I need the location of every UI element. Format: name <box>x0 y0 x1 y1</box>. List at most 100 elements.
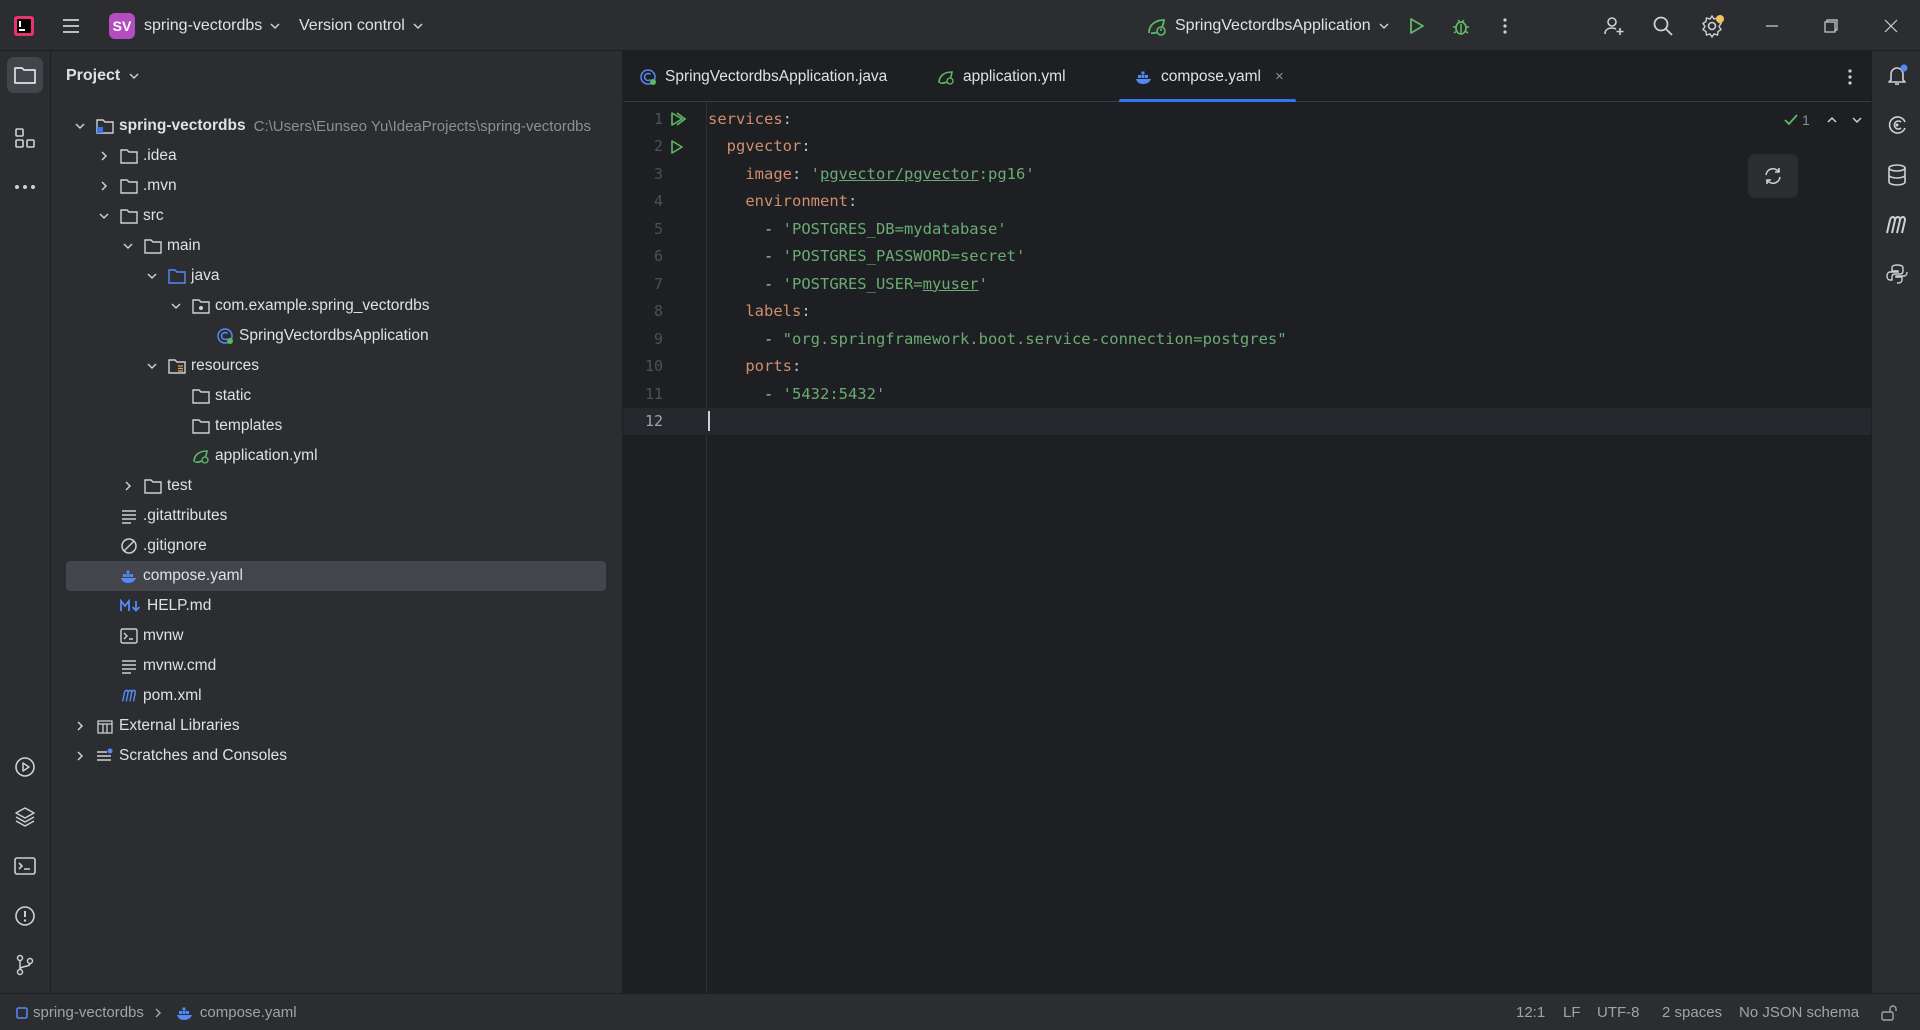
code-line[interactable]: 5 - 'POSTGRES_DB=mydatabase' <box>623 215 1871 243</box>
close-window-button[interactable] <box>1883 0 1899 51</box>
database-button[interactable] <box>1879 157 1915 193</box>
main-menu-icon[interactable] <box>60 0 82 51</box>
read-only-toggle[interactable] <box>1880 994 1898 1030</box>
chevron-down-icon[interactable] <box>144 268 160 284</box>
tree-item-gitattributes[interactable]: .gitattributes <box>66 501 606 531</box>
tree-item-resources[interactable]: resources <box>66 351 606 381</box>
git-tool-button[interactable] <box>7 947 43 983</box>
file-encoding[interactable]: UTF-8 <box>1597 994 1640 1030</box>
tree-item-package[interactable]: com.example.spring_vectordbs <box>66 291 606 321</box>
run-button[interactable] <box>1405 0 1427 51</box>
tree-item-main[interactable]: main <box>66 231 606 261</box>
tree-item-static[interactable]: static <box>66 381 606 411</box>
line-number[interactable]: 6 <box>623 247 663 265</box>
code-editor[interactable]: 1 services: 2 pgvector: 3 image: 'pgvector/… <box>623 102 1871 993</box>
more-tools-button[interactable] <box>7 169 43 205</box>
code-line[interactable]: 9 - "org.springframework.boot.service-co… <box>623 325 1871 353</box>
run-all-services-icon[interactable] <box>668 110 688 128</box>
layers-tool-button[interactable] <box>7 799 43 835</box>
services-tool-button[interactable] <box>7 749 43 785</box>
tab-options-button[interactable] <box>1840 51 1860 102</box>
tab-spring-vectordbs-application-java[interactable]: SpringVectordbsApplication.java <box>639 51 887 102</box>
line-number[interactable]: 4 <box>623 192 663 210</box>
line-number[interactable]: 11 <box>623 385 663 403</box>
close-tab-icon[interactable]: × <box>1275 68 1284 85</box>
line-number[interactable]: 8 <box>623 302 663 320</box>
chevron-right-icon[interactable] <box>120 478 136 494</box>
tree-item-external-libraries[interactable]: External Libraries <box>66 711 606 741</box>
code-with-me-button[interactable] <box>1602 0 1626 51</box>
maven-tool-button[interactable] <box>1879 206 1915 242</box>
problems-tool-button[interactable] <box>7 898 43 934</box>
code-line[interactable]: 8 labels: <box>623 298 1871 326</box>
settings-button[interactable] <box>1700 0 1726 51</box>
code-line[interactable]: 7 - 'POSTGRES_USER=myuser' <box>623 270 1871 298</box>
tab-compose-yaml[interactable]: compose.yaml × <box>1119 51 1296 103</box>
tree-item-gitignore[interactable]: .gitignore <box>66 531 606 561</box>
project-tool-button[interactable] <box>7 57 43 93</box>
chevron-right-icon[interactable] <box>96 148 112 164</box>
tree-item-pom-xml[interactable]: pom.xml <box>66 681 606 711</box>
code-line[interactable]: 2 pgvector: <box>623 133 1871 161</box>
reload-services-button[interactable] <box>1748 154 1798 198</box>
tree-item-compose-yaml[interactable]: compose.yaml <box>66 561 606 591</box>
project-panel-header[interactable]: Project <box>66 67 140 85</box>
terminal-tool-button[interactable] <box>7 848 43 884</box>
chevron-right-icon[interactable] <box>72 748 88 764</box>
code-line[interactable]: 12 <box>623 407 1871 435</box>
tree-item-scratches[interactable]: Scratches and Consoles <box>66 741 606 771</box>
code-line[interactable]: 1 services: <box>623 105 1871 133</box>
tree-item-mvnw[interactable]: mvnw <box>66 621 606 651</box>
search-everywhere-button[interactable] <box>1651 0 1675 51</box>
chevron-down-icon[interactable] <box>72 118 88 134</box>
line-number[interactable]: 9 <box>623 330 663 348</box>
tree-item-root[interactable]: spring-vectordbs C:\Users\Eunseo Yu\Idea… <box>66 111 606 141</box>
inspection-widget[interactable]: 1 <box>1783 112 1863 128</box>
project-switcher[interactable]: SV spring-vectordbs <box>109 0 281 51</box>
line-separator[interactable]: LF <box>1563 994 1581 1030</box>
code-line[interactable]: 11 - '5432:5432' <box>623 380 1871 408</box>
chevron-down-icon[interactable] <box>96 208 112 224</box>
line-number[interactable]: 10 <box>623 357 663 375</box>
chevron-down-icon[interactable] <box>168 298 184 314</box>
line-number[interactable]: 3 <box>623 165 663 183</box>
line-number[interactable]: 5 <box>623 220 663 238</box>
line-number[interactable]: 1 <box>623 110 663 128</box>
caret-position[interactable]: 12:1 <box>1516 994 1545 1030</box>
line-number[interactable]: 7 <box>623 275 663 293</box>
run-config-selector[interactable]: SpringVectordbsApplication <box>1145 0 1390 51</box>
line-number[interactable]: 2 <box>623 137 663 155</box>
tree-item-java[interactable]: java <box>66 261 606 291</box>
tab-application-yml[interactable]: application.yml <box>937 51 1066 102</box>
debug-button[interactable] <box>1450 0 1472 51</box>
vcs-widget[interactable]: Version control <box>299 0 424 51</box>
chevron-up-icon[interactable] <box>1826 114 1838 126</box>
code-line[interactable]: 4 environment: <box>623 188 1871 216</box>
tree-item-mvn[interactable]: .mvn <box>66 171 606 201</box>
tree-item-templates[interactable]: templates <box>66 411 606 441</box>
tree-item-src[interactable]: src <box>66 201 606 231</box>
chevron-right-icon[interactable] <box>72 718 88 734</box>
indent-setting[interactable]: 2 spaces <box>1662 994 1722 1030</box>
tree-item-idea[interactable]: .idea <box>66 141 606 171</box>
ai-assistant-button[interactable] <box>1879 107 1915 143</box>
chevron-down-icon[interactable] <box>144 358 160 374</box>
more-actions-button[interactable] <box>1495 0 1515 51</box>
breadcrumb-project[interactable]: spring-vectordbs <box>33 1004 144 1021</box>
chevron-down-icon[interactable] <box>120 238 136 254</box>
tree-item-mvnw-cmd[interactable]: mvnw.cmd <box>66 651 606 681</box>
structure-tool-button[interactable] <box>7 120 43 156</box>
restore-button[interactable] <box>1823 0 1839 51</box>
intellij-logo-icon[interactable] <box>12 0 36 51</box>
python-packages-button[interactable] <box>1879 256 1915 292</box>
tree-item-application-yml[interactable]: application.yml <box>66 441 606 471</box>
tree-item-application-class[interactable]: SpringVectordbsApplication <box>66 321 606 351</box>
minimize-button[interactable] <box>1764 0 1780 51</box>
json-schema[interactable]: No JSON schema <box>1739 994 1859 1030</box>
chevron-right-icon[interactable] <box>96 178 112 194</box>
line-number[interactable]: 12 <box>623 412 663 430</box>
run-service-icon[interactable] <box>668 138 686 156</box>
code-line[interactable]: 10 ports: <box>623 353 1871 381</box>
tree-item-help-md[interactable]: HELP.md <box>66 591 606 621</box>
code-line[interactable]: 3 image: 'pgvector/pgvector:pg16' <box>623 160 1871 188</box>
